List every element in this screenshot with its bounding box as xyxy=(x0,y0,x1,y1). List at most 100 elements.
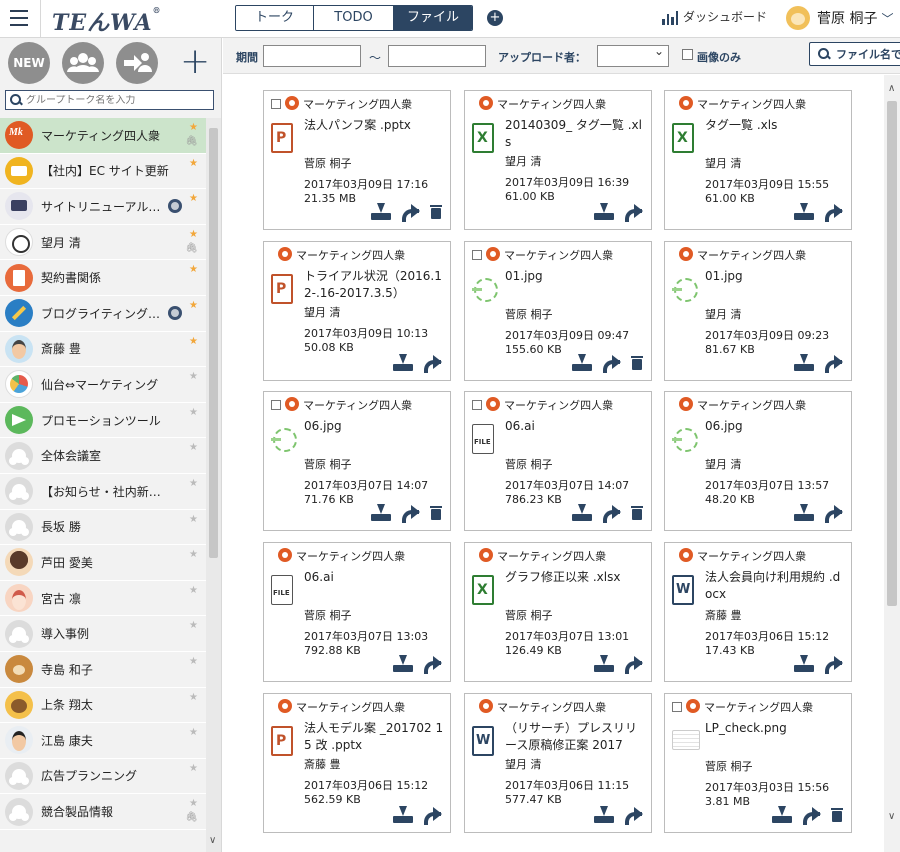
trash-icon[interactable] xyxy=(430,205,442,219)
talk-list-item[interactable]: 上条 翔太 ★ xyxy=(0,687,206,724)
talk-list-item[interactable]: 【社内】EC サイト更新 ★ xyxy=(0,153,206,190)
file-card[interactable]: マーケティング四人衆 06.jpg 菅原 桐子 2017年03月07日 14:07 71… xyxy=(263,391,451,531)
share-icon[interactable] xyxy=(825,505,843,523)
file-select-checkbox[interactable] xyxy=(271,400,281,410)
file-card[interactable]: マーケティング四人衆 20140309_ タグ一覧 .xls 望月 清 2017年03… xyxy=(464,90,652,230)
share-icon[interactable] xyxy=(625,656,643,674)
share-icon[interactable] xyxy=(825,656,843,674)
file-name[interactable]: （リサーチ）プレスリリース原稿修正案 2017 xyxy=(505,720,645,754)
file-card[interactable]: マーケティング四人衆グラフ修正以来 .xlsx 菅原 桐子 2017年03月07日 … xyxy=(464,542,652,682)
file-card[interactable]: マーケティング四人衆 （リサーチ）プレスリリース原稿修正案 2017 望月 清 201… xyxy=(464,693,652,833)
file-name[interactable]: 法人会員向け利用規約 .docx xyxy=(705,569,845,603)
file-name[interactable]: 法人パンフ案 .pptx xyxy=(304,117,444,134)
period-end-input[interactable] xyxy=(388,45,486,67)
star-icon[interactable]: ★ xyxy=(189,122,198,133)
talk-list-item[interactable]: 仙台⇔マーケティング ★ xyxy=(0,367,206,403)
powerpoint-file-icon[interactable] xyxy=(271,726,293,756)
talk-list-item[interactable]: 導入事例 ★ xyxy=(0,616,206,652)
talk-list-item[interactable]: 長坂 勝 ★ xyxy=(0,509,206,546)
plus-circle-icon[interactable]: + xyxy=(487,10,503,26)
talk-list-item[interactable]: 【お知らせ・社内新… ★ xyxy=(0,473,206,510)
download-icon[interactable] xyxy=(370,504,392,522)
period-start-input[interactable] xyxy=(263,45,361,67)
star-icon[interactable]: ★ xyxy=(189,620,198,631)
group-icon[interactable] xyxy=(62,42,104,84)
file-name[interactable]: 01.jpg xyxy=(505,268,645,285)
chevron-down-icon[interactable]: ∨ xyxy=(209,835,216,846)
trash-icon[interactable] xyxy=(430,506,442,520)
excel-file-icon[interactable] xyxy=(672,123,694,153)
share-icon[interactable] xyxy=(424,807,442,825)
talk-list-item[interactable]: 競合製品情報 ★ 🖇 xyxy=(0,794,206,830)
scrollbar-thumb[interactable] xyxy=(209,128,218,558)
scrollbar-thumb[interactable] xyxy=(887,101,897,606)
star-icon[interactable]: ★ xyxy=(189,692,198,703)
user-menu[interactable]: 菅原 桐子 ﹀ xyxy=(786,6,893,30)
chevron-down-icon[interactable]: ∨ xyxy=(888,811,895,822)
star-icon[interactable]: ★ xyxy=(189,763,198,774)
share-icon[interactable] xyxy=(625,807,643,825)
download-icon[interactable] xyxy=(793,354,815,372)
generic-file-icon[interactable] xyxy=(472,424,494,454)
talk-list-item[interactable]: 望月 清 ★ 🖇 xyxy=(0,224,206,261)
menu-icon[interactable] xyxy=(10,10,28,26)
word-file-icon[interactable] xyxy=(472,726,494,756)
download-icon[interactable] xyxy=(593,655,615,673)
star-icon[interactable]: ★ xyxy=(189,514,198,525)
file-card[interactable]: マーケティング四人衆トライアル状況（2016.12-.16-2017.3.5） 望… xyxy=(263,241,451,381)
share-icon[interactable] xyxy=(803,807,821,825)
trash-icon[interactable] xyxy=(831,808,843,822)
talk-list-item[interactable]: 寺島 和子 ★ xyxy=(0,651,206,688)
file-name[interactable]: トライアル状況（2016.12-.16-2017.3.5） xyxy=(304,268,444,302)
file-name[interactable]: 06.ai xyxy=(304,569,444,586)
talk-list-item[interactable]: 宮古 凛 ★ xyxy=(0,580,206,617)
file-select-checkbox[interactable] xyxy=(672,702,682,712)
tab-talk[interactable]: トーク xyxy=(236,6,314,30)
star-icon[interactable]: ★ xyxy=(189,478,198,489)
file-name[interactable]: 06.jpg xyxy=(705,418,845,435)
download-icon[interactable] xyxy=(392,354,414,372)
download-icon[interactable] xyxy=(593,806,615,824)
word-file-icon[interactable] xyxy=(672,575,694,605)
image-thumbnail-icon[interactable] xyxy=(672,730,700,750)
image-thumbnail-icon[interactable] xyxy=(271,424,297,452)
share-icon[interactable] xyxy=(424,656,442,674)
file-name[interactable]: 01.jpg xyxy=(705,268,845,285)
new-talk-button[interactable]: NEW xyxy=(8,42,50,84)
powerpoint-file-icon[interactable] xyxy=(271,123,293,153)
talk-list-item[interactable]: マーケティング四人衆 ★ 🖇 xyxy=(0,118,206,154)
share-icon[interactable] xyxy=(825,204,843,222)
excel-file-icon[interactable] xyxy=(472,123,494,153)
share-icon[interactable] xyxy=(603,355,621,373)
file-name[interactable]: 06.jpg xyxy=(304,418,444,435)
download-icon[interactable] xyxy=(793,504,815,522)
star-icon[interactable]: ★ xyxy=(189,442,198,453)
talk-list-item[interactable]: 広告プランニング ★ xyxy=(0,758,206,795)
file-select-checkbox[interactable] xyxy=(472,250,482,260)
tab-todo[interactable]: TODO xyxy=(314,6,394,30)
trash-icon[interactable] xyxy=(631,356,643,370)
file-name[interactable]: グラフ修正以来 .xlsx xyxy=(505,569,645,586)
file-card[interactable]: マーケティング四人衆タグ一覧 .xls 望月 清 2017年03月09日 15:55… xyxy=(664,90,852,230)
star-icon[interactable]: ★ xyxy=(189,300,198,311)
file-select-checkbox[interactable] xyxy=(271,99,281,109)
talk-list-item[interactable]: プロモーションツール ★ xyxy=(0,402,206,439)
star-icon[interactable]: ★ xyxy=(189,264,198,275)
talk-list-item[interactable]: 全体会議室 ★ xyxy=(0,438,206,474)
share-icon[interactable] xyxy=(424,355,442,373)
file-name[interactable]: 20140309_ タグ一覧 .xls xyxy=(505,117,645,151)
file-card[interactable]: マーケティング四人衆 01.jpg 望月 清 2017年03月09日 09:23 81.… xyxy=(664,241,852,381)
excel-file-icon[interactable] xyxy=(472,575,494,605)
download-icon[interactable] xyxy=(571,504,593,522)
file-card[interactable]: マーケティング四人衆法人会員向け利用規約 .docx 斎藤 豊 2017年03月06… xyxy=(664,542,852,682)
image-thumbnail-icon[interactable] xyxy=(472,274,498,302)
file-search-input[interactable]: ファイル名で xyxy=(809,42,900,66)
file-card[interactable]: マーケティング四人衆 01.jpg 菅原 桐子 2017年03月09日 09:47 15… xyxy=(464,241,652,381)
download-icon[interactable] xyxy=(593,203,615,221)
talk-list-item[interactable]: ブログライティング… ★ xyxy=(0,295,206,332)
file-select-checkbox[interactable] xyxy=(472,400,482,410)
star-icon[interactable]: ★ xyxy=(189,656,198,667)
file-card[interactable]: マーケティング四人衆 06.ai 菅原 桐子 2017年03月07日 13:03792… xyxy=(263,542,451,682)
download-icon[interactable] xyxy=(370,203,392,221)
file-grid-scrollbar[interactable]: ∧ ∨ xyxy=(884,75,900,852)
